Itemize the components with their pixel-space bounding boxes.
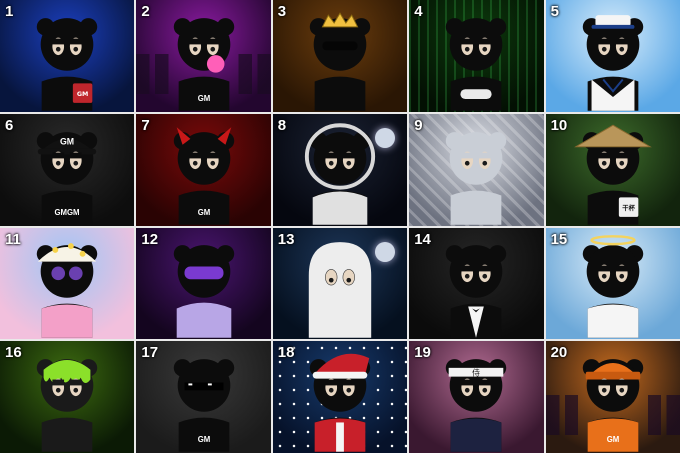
gallery-tile-15[interactable]: 15 (545, 227, 680, 340)
bear-character-king-crown (301, 8, 379, 112)
bear-character-astronaut-moon (301, 122, 379, 226)
tile-number: 6 (5, 116, 14, 134)
bear-character-devil: GM (165, 122, 243, 226)
tile-number: 4 (414, 3, 423, 20)
tile-number: 1 (5, 3, 14, 20)
tile-number: 17 (141, 344, 159, 362)
gallery-tile-10[interactable]: 10 干杯 (545, 113, 680, 226)
tile-number: 14 (414, 230, 431, 248)
bear-character-puffer-goggles (165, 235, 243, 339)
bear-character-gm-cap-chain: GM GMGM (28, 122, 106, 226)
tile-number: 8 (277, 116, 287, 134)
tile-number: 12 (141, 230, 159, 248)
gallery-tile-3[interactable]: 3 (272, 0, 408, 112)
tile-number: 20 (550, 344, 568, 362)
gallery-tile-12[interactable]: 12 (136, 227, 271, 340)
tile-number: 13 (277, 230, 295, 248)
tile-number: 10 (550, 116, 568, 134)
nft-gallery-grid: 1 GM 2 GM 3 4 5 6 GM GMGM 7 GM 8 9 10 干杯… (0, 0, 680, 453)
svg-text:GM: GM (197, 435, 210, 444)
svg-text:GMGM: GMGM (55, 207, 80, 216)
bear-character-bamboo-straw-hat: 干杯 (573, 122, 652, 226)
svg-text:GM: GM (607, 435, 620, 444)
tile-number: 9 (414, 116, 423, 134)
bear-character-lightning-storm: GM (28, 8, 106, 112)
bear-character-flower-bucket-hat (28, 235, 106, 339)
gallery-tile-2[interactable]: 2 GM (136, 0, 271, 112)
gallery-tile-7[interactable]: 7 GM (136, 113, 271, 226)
bear-character-sailor-pipe (574, 8, 652, 112)
tile-number: 5 (550, 3, 559, 20)
bear-character-tuxedo-wine (437, 235, 515, 339)
bear-character-ghost-moon (301, 235, 379, 339)
svg-text:GM: GM (197, 207, 210, 216)
gallery-tile-9[interactable]: 9 (409, 113, 544, 226)
tile-number: 15 (550, 230, 568, 248)
tile-number: 19 (414, 344, 431, 362)
gallery-tile-1[interactable]: 1 GM (0, 0, 135, 112)
gallery-tile-17[interactable]: 17 GM (136, 341, 271, 453)
bear-character-matrix-gamer (437, 8, 515, 112)
gallery-tile-4[interactable]: 4 (409, 0, 544, 112)
tile-number: 7 (141, 116, 150, 134)
tile-number: 11 (5, 230, 21, 248)
bear-character-samurai-sakura: 侍 (437, 349, 515, 453)
tile-number: 3 (277, 3, 287, 20)
svg-text:GM: GM (77, 91, 89, 98)
gallery-tile-19[interactable]: 19 侍 (409, 341, 544, 453)
svg-text:GM: GM (60, 136, 74, 146)
tile-number: 16 (5, 344, 22, 362)
gallery-tile-8[interactable]: 8 (272, 113, 408, 226)
gallery-tile-18[interactable]: 18 (272, 341, 408, 453)
bear-character-sunset-city-beanie: GM (574, 349, 652, 453)
svg-text:侍: 侍 (472, 369, 480, 378)
gallery-tile-6[interactable]: 6 GM GMGM (0, 113, 135, 226)
tile-number: 18 (277, 344, 295, 362)
bear-character-thug-life-graffiti: GM (165, 349, 243, 453)
gallery-tile-16[interactable]: 16 (0, 341, 135, 453)
bear-character-toxic-slime (28, 349, 106, 453)
tile-number: 2 (141, 3, 150, 20)
bear-character-diamond (437, 122, 515, 226)
gallery-tile-11[interactable]: 11 (0, 227, 135, 340)
gallery-tile-5[interactable]: 5 (545, 0, 680, 112)
gallery-tile-13[interactable]: 13 (272, 227, 408, 340)
gallery-tile-20[interactable]: 20 GM (545, 341, 680, 453)
svg-text:干杯: 干杯 (622, 203, 635, 212)
gallery-tile-14[interactable]: 14 (409, 227, 544, 340)
bear-character-santa-snow (301, 349, 379, 453)
svg-text:GM: GM (197, 94, 210, 103)
bear-character-angel-halo (574, 235, 652, 339)
bear-character-neon-city-bubblegum: GM (165, 8, 243, 112)
